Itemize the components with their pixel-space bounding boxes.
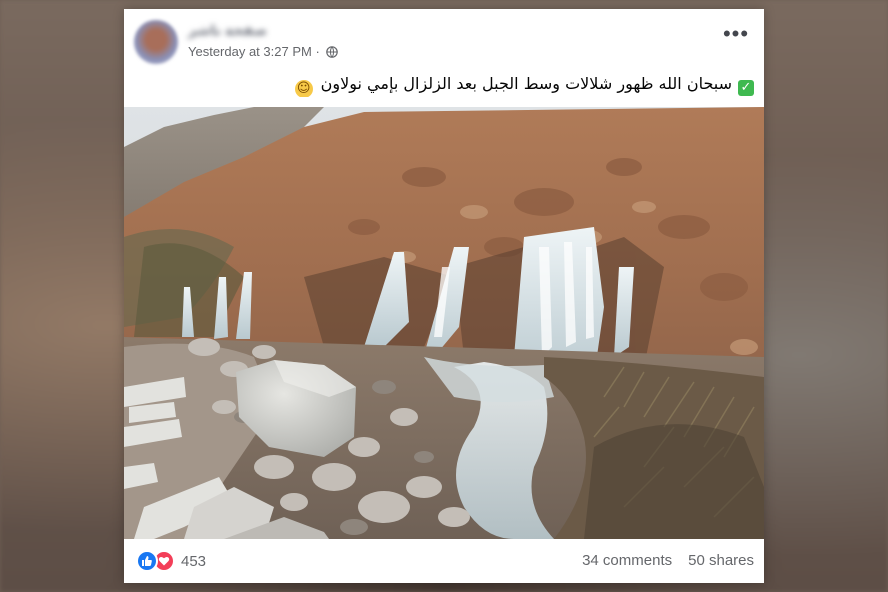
author-name[interactable]: صفحة ناشر (188, 21, 267, 39)
post-timestamp[interactable]: Yesterday at 3:27 PM (188, 44, 312, 59)
avatar[interactable] (134, 20, 178, 64)
more-options-icon[interactable]: ••• (722, 23, 750, 48)
reactions-summary[interactable]: 453 (136, 550, 206, 572)
engagement-counts: 34 comments 50 shares (582, 551, 754, 571)
post-photo[interactable] (124, 107, 764, 539)
reaction-count[interactable]: 453 (181, 553, 206, 570)
facebook-post-card: صفحة ناشر Yesterday at 3:27 PM · ••• ✓ سب… (124, 9, 764, 583)
like-icon (136, 550, 158, 572)
post-header: صفحة ناشر Yesterday at 3:27 PM · ••• ✓ سب… (124, 9, 764, 107)
comments-count[interactable]: 34 comments (582, 552, 672, 569)
post-text: سبحان الله ظهور شلالات وسط الجبل بعد الز… (320, 74, 732, 93)
post-text-row: ✓ سبحان الله ظهور شلالات وسط الجبل بعد ال… (136, 71, 754, 97)
post-meta: Yesterday at 3:27 PM · (188, 43, 339, 61)
post-footer: 453 34 comments 50 shares (124, 539, 764, 583)
check-mark-emoji-icon: ✓ (738, 80, 754, 96)
smiling-face-emoji-icon: ☺ (294, 80, 313, 97)
meta-separator: · (315, 44, 320, 59)
globe-icon (326, 45, 339, 58)
shares-count[interactable]: 50 shares (688, 552, 754, 569)
